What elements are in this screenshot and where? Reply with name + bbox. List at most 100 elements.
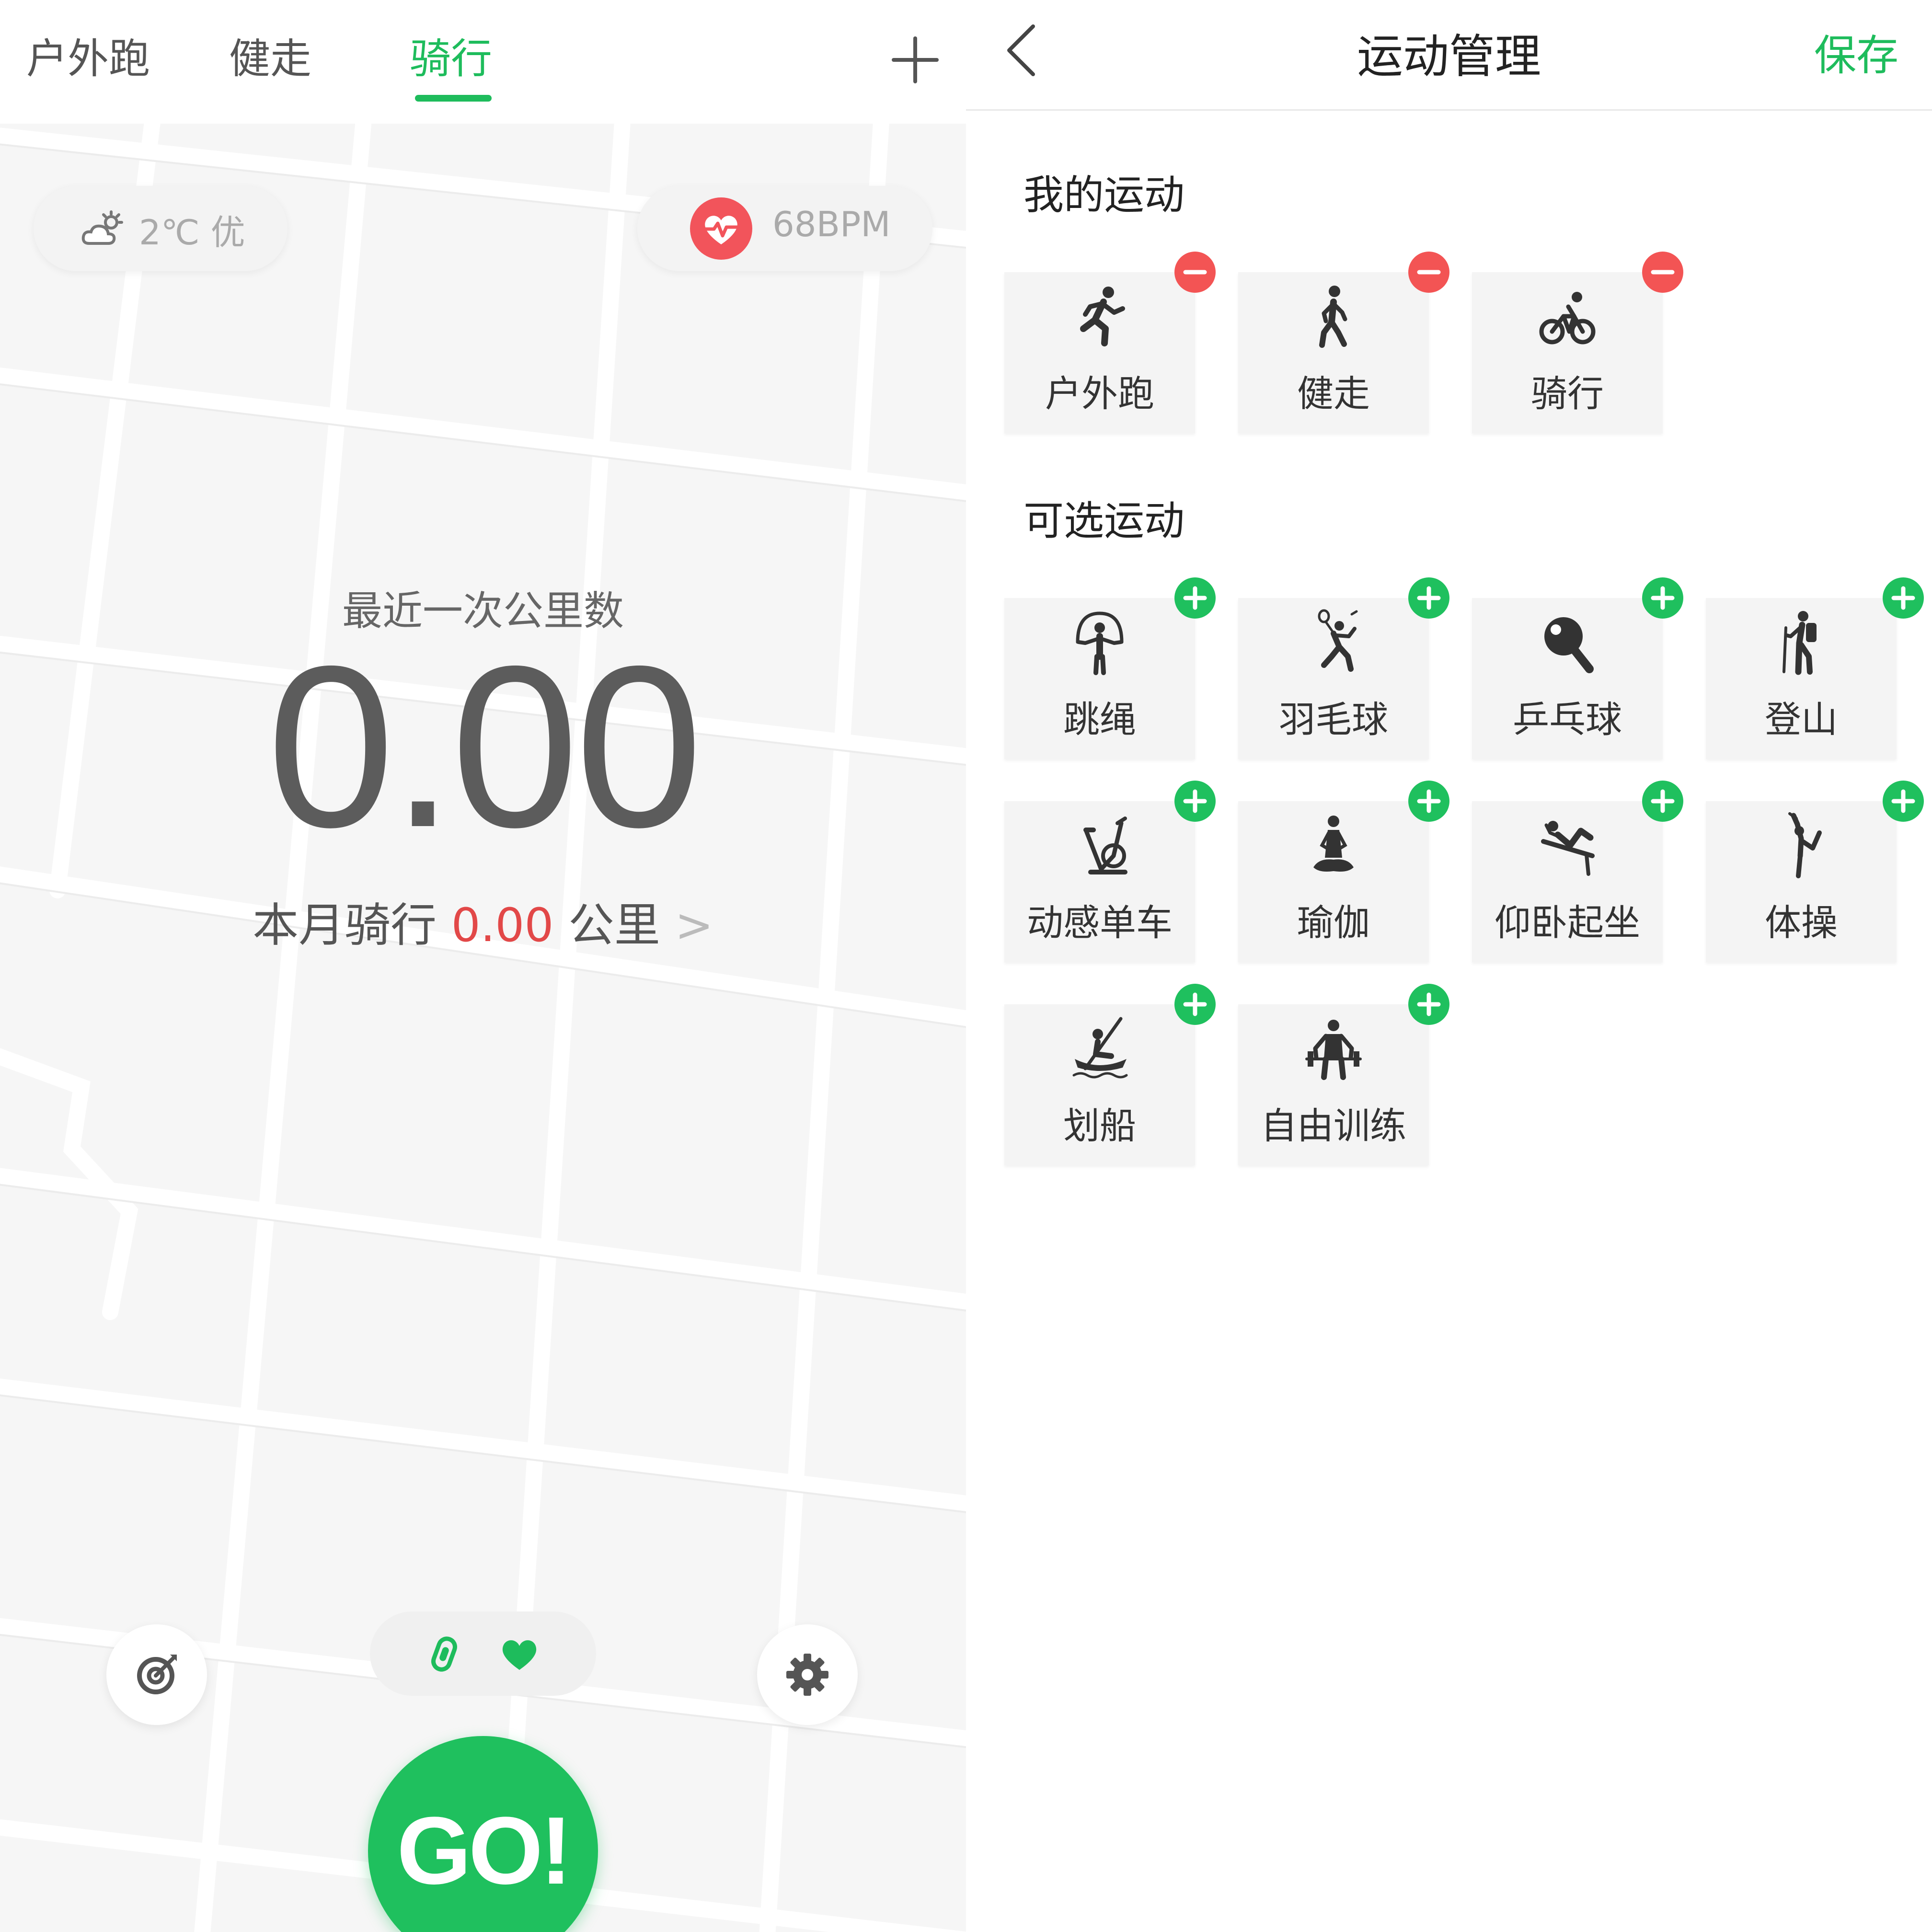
plus-icon (1183, 789, 1207, 813)
optional-sports-title: 可选运动 (1024, 497, 1185, 544)
tab-walk[interactable]: 健走 (229, 25, 311, 85)
recent-distance-value: 0.00 (266, 618, 703, 875)
plus-icon (1183, 992, 1207, 1016)
optional-sport-card[interactable]: 体操 (1706, 801, 1897, 962)
remove-sport-button[interactable] (1408, 252, 1449, 293)
air-quality: 优 (210, 212, 245, 253)
optional-sport-card[interactable]: 羽毛球 (1238, 598, 1429, 759)
plus-icon (1651, 789, 1675, 813)
plus-icon (1651, 586, 1675, 610)
chevron-right-icon: > (675, 898, 713, 952)
walk-icon (1319, 286, 1347, 348)
go-button[interactable]: GO! (368, 1736, 598, 1932)
optional-sport-card[interactable]: 乒乓球 (1472, 598, 1663, 759)
run-icon (1080, 287, 1125, 346)
add-sport-button[interactable] (1642, 781, 1683, 822)
optional-sport-card[interactable]: 自由训练 (1238, 1004, 1429, 1165)
minus-icon (1183, 270, 1207, 275)
plus-icon (892, 36, 939, 83)
spin-bike-icon (1083, 816, 1127, 874)
optional-sport-card[interactable]: 登山 (1706, 598, 1897, 759)
sport-label: 羽毛球 (1279, 698, 1388, 741)
my-sport-card[interactable]: 健走 (1238, 272, 1429, 433)
sport-label: 动感单车 (1027, 901, 1173, 944)
weightlifting-icon (1305, 1020, 1362, 1080)
minus-icon (1417, 270, 1441, 275)
optional-sport-card[interactable]: 跳绳 (1004, 598, 1195, 759)
target-button[interactable] (106, 1624, 207, 1725)
bike-icon (1539, 292, 1596, 345)
temperature: 2℃ (139, 212, 200, 253)
save-button[interactable]: 保存 (1814, 22, 1898, 82)
table-tennis-icon (1544, 617, 1594, 673)
device-status-pill[interactable] (370, 1611, 596, 1696)
add-sport-button[interactable] (1883, 577, 1924, 619)
plus-icon (1417, 789, 1441, 813)
situp-icon (1541, 821, 1595, 876)
sport-label: 瑜伽 (1297, 901, 1370, 944)
go-label: GO! (397, 1797, 572, 1904)
plus-icon (1183, 586, 1207, 610)
badminton-icon (1318, 609, 1358, 672)
sport-label: 户外跑 (1045, 372, 1154, 415)
sport-label: 登山 (1765, 698, 1838, 741)
heartbeat-icon (690, 197, 752, 260)
remove-sport-button[interactable] (1642, 252, 1683, 293)
partly-cloudy-icon (81, 210, 123, 245)
optional-sport-card[interactable]: 划船 (1004, 1004, 1195, 1165)
my-sport-card[interactable]: 户外跑 (1004, 272, 1195, 433)
weather-pill[interactable]: 2℃ 优 (34, 186, 288, 271)
active-tab-indicator (415, 95, 492, 102)
band-icon (431, 1636, 457, 1672)
sport-label: 跳绳 (1063, 698, 1136, 741)
sport-label: 自由训练 (1261, 1104, 1406, 1147)
sport-label: 划船 (1063, 1104, 1136, 1147)
add-sport-button[interactable] (1642, 577, 1683, 619)
optional-sport-card[interactable]: 仰卧起坐 (1472, 801, 1663, 962)
my-sports-title: 我的运动 (1024, 172, 1185, 218)
tab-outdoor-run[interactable]: 户外跑 (26, 25, 150, 85)
gear-icon (786, 1654, 828, 1696)
page-title: 运动管理 (1357, 30, 1541, 83)
add-sport-button[interactable] (1408, 984, 1449, 1025)
sport-label: 骑行 (1531, 372, 1604, 415)
management-header: 运动管理 保存 (966, 0, 1932, 111)
add-sport-button[interactable] (1174, 984, 1216, 1025)
sport-label: 仰卧起坐 (1495, 901, 1640, 944)
add-sport-button[interactable] (1883, 781, 1924, 822)
target-icon (137, 1655, 177, 1694)
jump-rope-icon (1076, 611, 1124, 675)
month-summary-link[interactable]: 本月骑行 0.00 公里 > (0, 888, 966, 954)
heart-icon (502, 1640, 537, 1670)
plus-icon (1891, 586, 1915, 610)
add-sport-button[interactable] (1408, 781, 1449, 822)
sport-label: 体操 (1765, 901, 1838, 944)
gymnastics-icon (1788, 812, 1822, 878)
sport-tabs: 户外跑 健走 骑行 (0, 0, 966, 124)
heart-rate-value: 68BPM (772, 204, 891, 244)
optional-sport-card[interactable]: 动感单车 (1004, 801, 1195, 962)
remove-sport-button[interactable] (1174, 252, 1216, 293)
weather-text: 2℃ 优 (139, 204, 245, 254)
minus-icon (1651, 270, 1675, 275)
hiking-icon (1782, 611, 1817, 675)
tab-cycling[interactable]: 骑行 (410, 25, 492, 85)
settings-button[interactable] (757, 1624, 858, 1725)
month-summary-unit: 公里 (568, 898, 660, 952)
add-sport-button[interactable] (1174, 577, 1216, 619)
plus-icon (1417, 992, 1441, 1016)
sport-label: 健走 (1297, 372, 1370, 415)
add-sport-button[interactable] (1174, 781, 1216, 822)
map-background[interactable]: 2℃ 优 68BPM 最近一次公里数 0.00 本月骑行 0.00 公里 > G… (0, 106, 966, 1932)
sport-label: 乒乓球 (1513, 698, 1622, 741)
month-summary-prefix: 本月骑行 (253, 898, 437, 952)
add-sport-button[interactable] (889, 34, 942, 86)
add-sport-button[interactable] (1408, 577, 1449, 619)
plus-icon (1417, 586, 1441, 610)
yoga-icon (1313, 816, 1354, 872)
optional-sport-card[interactable]: 瑜伽 (1238, 801, 1429, 962)
plus-icon (1891, 789, 1915, 813)
heart-rate-pill[interactable]: 68BPM (637, 186, 932, 271)
sport-management-panel: 运动管理 保存 我的运动 户外跑 健走 骑行 可选运动 跳绳 羽毛球 乒乓球 登… (966, 0, 1932, 1932)
my-sport-card[interactable]: 骑行 (1472, 272, 1663, 433)
